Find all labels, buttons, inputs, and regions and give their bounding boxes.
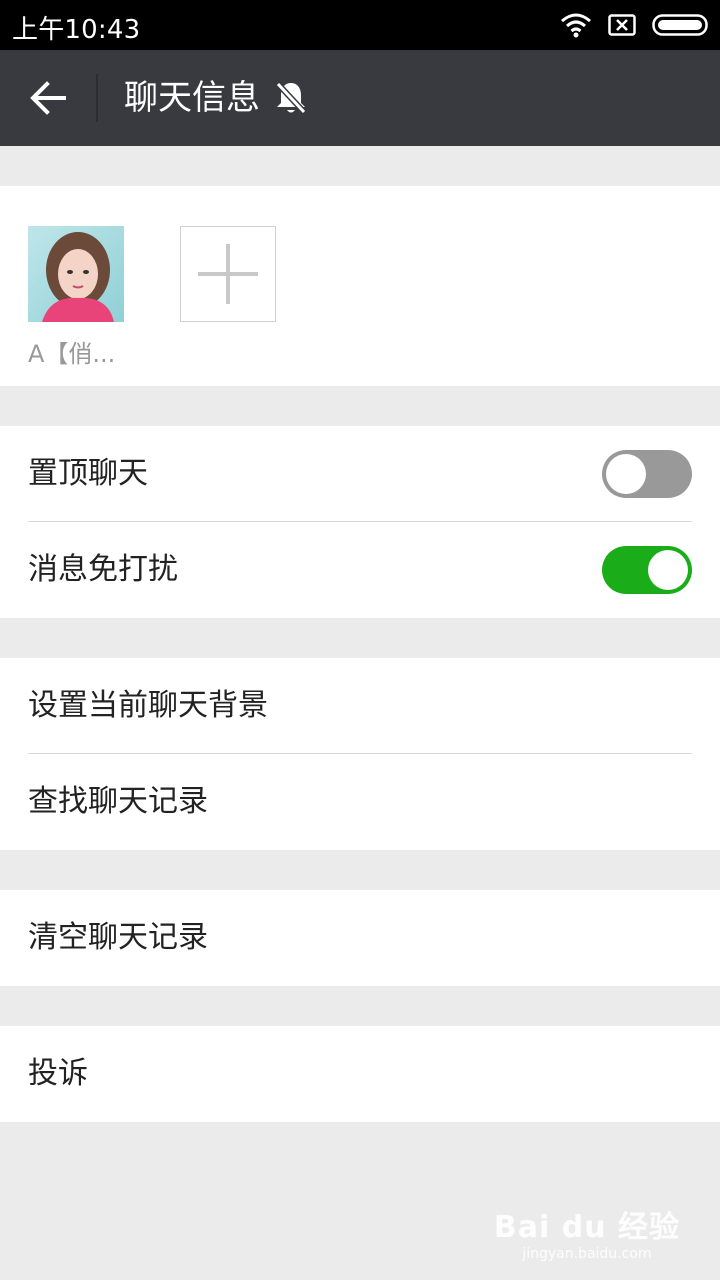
wifi-icon [561,13,591,38]
clear-history-section: 清空聊天记录 [0,890,720,986]
bell-off-icon [275,81,307,115]
pin-chat-row[interactable]: 置顶聊天 [0,426,720,522]
report-label: 投诉 [28,1056,88,1091]
arrow-left-icon[interactable] [28,78,68,118]
status-bar: 上午10:43 [0,0,720,50]
toggle-knob [606,454,646,494]
mute-notifications-toggle[interactable] [602,546,692,594]
clear-history-label: 清空聊天记录 [28,920,208,955]
plus-icon [198,244,258,304]
watermark-logo: Bai du 经验 [493,1210,680,1245]
set-background-row[interactable]: 设置当前聊天背景 [0,658,720,754]
set-background-label: 设置当前聊天背景 [28,688,268,723]
mute-notifications-row[interactable]: 消息免打扰 [0,522,720,618]
sim-off-icon [608,14,636,36]
member-name: A【俏... [28,340,116,366]
members-section: A【俏... [0,186,720,386]
app-bar-divider [96,74,98,122]
pin-chat-toggle[interactable] [602,450,692,498]
report-row[interactable]: 投诉 [0,1026,720,1122]
battery-icon [652,14,708,36]
avatar[interactable] [28,226,124,322]
report-section: 投诉 [0,1026,720,1122]
mute-notifications-label: 消息免打扰 [28,552,178,587]
watermark-url: jingyan.baidu.com [522,1246,652,1262]
chat-options-section: 置顶聊天 消息免打扰 [0,426,720,618]
add-member-button[interactable] [180,226,276,322]
clear-history-row[interactable]: 清空聊天记录 [0,890,720,986]
watermark: Bai du 经验 jingyan.baidu.com [494,1202,680,1262]
chat-records-section: 设置当前聊天背景 查找聊天记录 [0,658,720,850]
page-title: 聊天信息 [124,78,260,118]
toggle-knob [648,550,688,590]
search-history-row[interactable]: 查找聊天记录 [0,754,720,850]
pin-chat-label: 置顶聊天 [28,456,148,491]
status-time: 上午10:43 [12,15,141,45]
app-bar: 聊天信息 [0,50,720,146]
search-history-label: 查找聊天记录 [28,784,208,819]
status-icons [560,10,708,40]
avatar-photo [28,226,124,322]
